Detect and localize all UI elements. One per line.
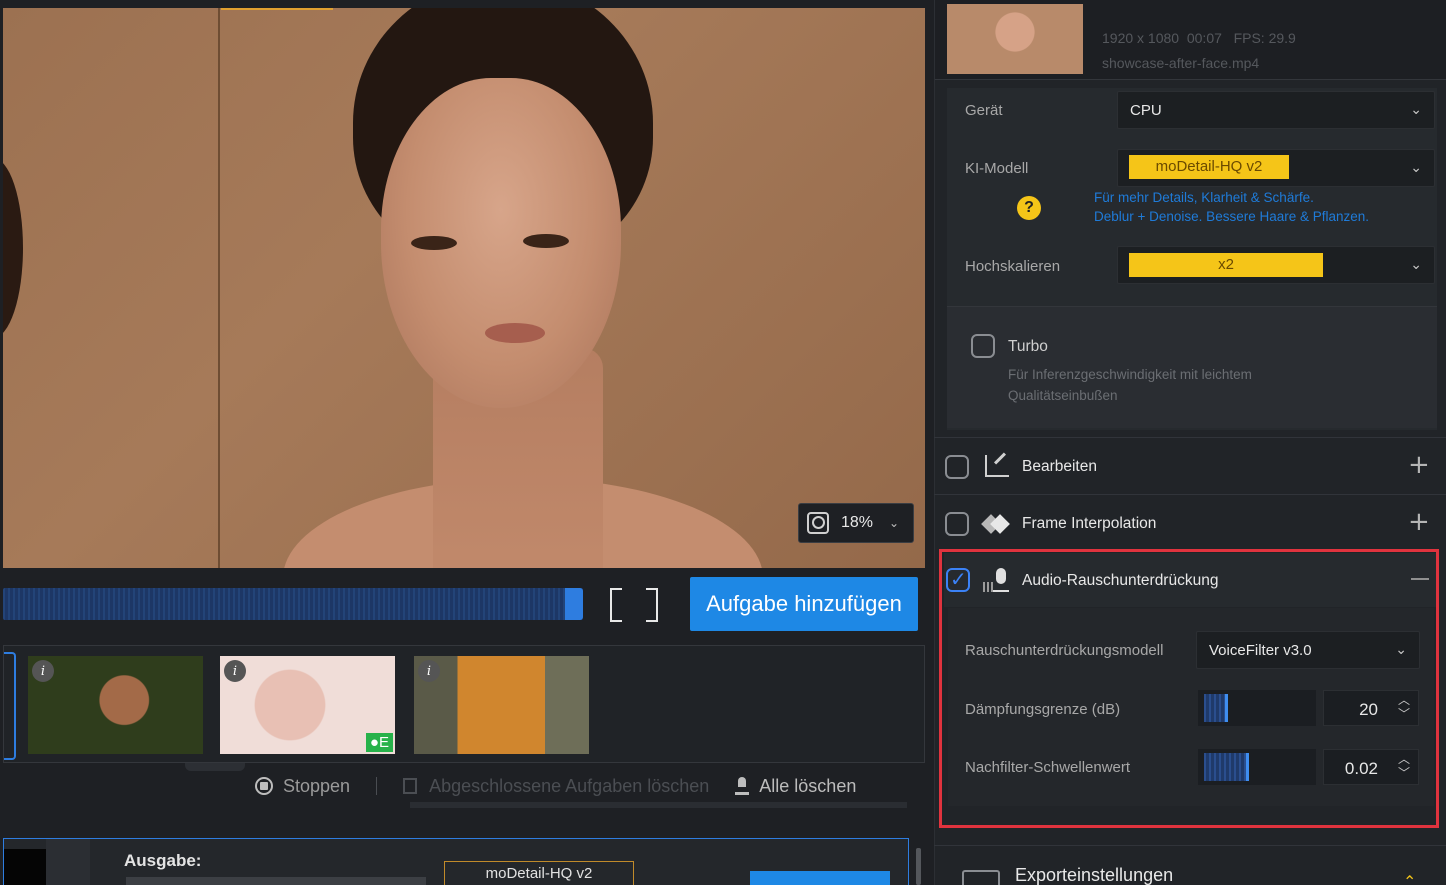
damping-label: Dämpfungsgrenze (dB) <box>965 701 1121 718</box>
device-label: Gerät <box>965 102 1003 119</box>
stepper-arrows-icon[interactable]: ︿ ﹀ <box>1398 693 1410 721</box>
threshold-label: Nachfilter-Schwellenwert <box>965 759 1131 776</box>
slider-thumb[interactable] <box>1225 694 1228 722</box>
audio-denoise-checkbox[interactable] <box>946 567 970 592</box>
output-action-button[interactable] <box>750 871 890 885</box>
chevron-down-icon: ⌄ <box>889 516 900 530</box>
task-list: i i ●E i <box>3 645 925 763</box>
compare-split-line[interactable] <box>218 8 220 568</box>
upscale-label: Hochskalieren <box>965 258 1061 275</box>
edit-icon <box>985 455 1009 477</box>
upscale-value: x2 <box>1129 253 1323 277</box>
edit-section-title[interactable]: Bearbeiten <box>1022 458 1097 476</box>
status-badge: ●E <box>365 733 393 752</box>
video-filename: showcase-after-face.mp4 <box>1102 55 1260 71</box>
video-resolution: 1920 x 1080 00:07 FPS: 29.9 <box>1102 30 1296 46</box>
timeline-bar[interactable] <box>3 588 583 620</box>
turbo-label: Turbo <box>1008 338 1048 355</box>
clear-completed-button[interactable]: Abgeschlossene Aufgaben löschen <box>403 776 709 797</box>
highlight-frame <box>939 549 1439 828</box>
zoom-value: 18% <box>841 514 874 531</box>
broom-icon <box>735 777 750 795</box>
task-thumbnail[interactable]: i ●E <box>220 656 395 754</box>
task-controls: Stoppen Abgeschlossene Aufgaben löschen … <box>255 774 882 798</box>
model-hint: Deblur + Denoise. Bessere Haare & Pflanz… <box>1094 209 1370 224</box>
zoom-icon <box>807 512 829 534</box>
frame-interpolation-title[interactable]: Frame Interpolation <box>1022 515 1156 533</box>
model-hint: Für mehr Details, Klarheit & Schärfe. <box>1094 190 1314 205</box>
resize-grip[interactable] <box>185 763 245 771</box>
info-icon[interactable]: i <box>32 660 54 682</box>
stop-icon <box>255 777 273 795</box>
turbo-description: Für Inferenzgeschwindigkeit mit leichtem <box>1008 367 1252 382</box>
add-task-button[interactable]: Aufgabe hinzufügen <box>690 577 918 631</box>
help-icon[interactable]: ? <box>1017 196 1041 220</box>
frame-interpolation-icon <box>984 514 1010 534</box>
scrollbar[interactable] <box>916 848 921 885</box>
audio-section-title[interactable]: Audio-Rauschunterdrückung <box>1022 572 1218 590</box>
output-label: Ausgabe: <box>124 851 202 870</box>
zoom-dropdown[interactable]: 18% ⌄ <box>798 503 914 543</box>
task-thumbnail[interactable]: i <box>28 656 203 754</box>
selected-task-indicator <box>4 652 16 760</box>
info-icon[interactable]: i <box>418 660 440 682</box>
threshold-stepper[interactable]: 0.02 ︿ ﹀ <box>1323 749 1419 785</box>
ai-model-value: moDetail-HQ v2 <box>1129 155 1289 179</box>
export-icon <box>962 870 1000 885</box>
device-select[interactable]: CPU ⌄ <box>1117 91 1435 129</box>
damping-slider[interactable] <box>1198 690 1316 726</box>
export-settings-title[interactable]: Exporteinstellungen <box>1015 865 1173 885</box>
expand-plus-icon[interactable]: + <box>1408 507 1430 537</box>
chevron-down-icon: ⌄ <box>1410 256 1422 272</box>
video-info: 1920 x 1080 00:07 FPS: 29.9 showcase-aft… <box>935 0 1446 80</box>
chevron-down-icon: ⌄ <box>1410 101 1422 117</box>
output-panel: Ausgabe: moDetail-HQ v2 <box>3 838 909 885</box>
threshold-slider[interactable] <box>1198 749 1316 785</box>
slider-fill <box>1204 694 1225 722</box>
video-thumbnail <box>947 4 1083 74</box>
frame-interpolation-checkbox[interactable] <box>945 512 969 536</box>
mark-out-button[interactable] <box>646 588 658 622</box>
ai-model-label: KI-Modell <box>965 160 1029 177</box>
stepper-arrows-icon[interactable]: ︿ ﹀ <box>1398 752 1410 780</box>
stop-button[interactable]: Stoppen <box>255 776 350 797</box>
edit-checkbox[interactable] <box>945 455 969 479</box>
collapse-arrow[interactable] <box>46 839 90 885</box>
chevron-up-icon[interactable]: ⌃ <box>1403 872 1416 885</box>
task-thumbnail[interactable]: i <box>414 656 589 754</box>
info-icon[interactable]: i <box>224 660 246 682</box>
denoise-model-label: Rauschunterdrückungsmodell <box>965 642 1164 659</box>
denoise-model-select[interactable]: VoiceFilter v3.0 ⌄ <box>1196 631 1420 669</box>
damping-stepper[interactable]: 20 ︿ ﹀ <box>1323 690 1419 726</box>
video-preview: 18% ⌄ <box>3 8 925 568</box>
collapse-minus-icon[interactable] <box>1411 578 1429 580</box>
turbo-description: Qualitätseinbußen <box>1008 388 1118 403</box>
slider-fill <box>1204 753 1246 781</box>
chevron-down-icon: ⌄ <box>1410 159 1422 175</box>
chevron-down-icon: ⌄ <box>1395 641 1407 657</box>
clear-all-button[interactable]: Alle löschen <box>735 776 856 797</box>
microphone-icon <box>983 568 1011 594</box>
slider-thumb[interactable] <box>1246 753 1249 781</box>
trash-icon <box>403 778 418 794</box>
preview-marker <box>221 8 333 10</box>
turbo-checkbox[interactable] <box>971 334 995 358</box>
preview-left-half <box>3 158 23 338</box>
expand-plus-icon[interactable]: + <box>1408 450 1430 480</box>
output-model-tag: moDetail-HQ v2 <box>444 861 634 885</box>
timeline-end-handle[interactable] <box>565 588 583 620</box>
mark-in-button[interactable] <box>610 588 622 622</box>
